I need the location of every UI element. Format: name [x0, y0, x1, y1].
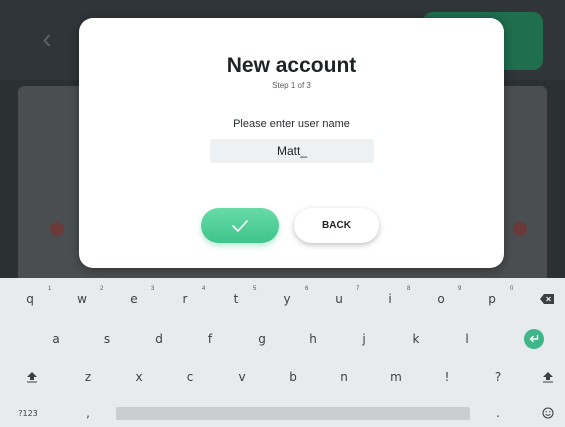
background-indicator-right — [513, 222, 527, 236]
onscreen-keyboard: q 1 w 2 e 3 r 4 t 5 y 6 u 7 i 8 o 9 p 0 … — [0, 278, 565, 427]
enter-icon — [529, 335, 539, 343]
key-v[interactable]: v — [230, 366, 254, 388]
background-indicator-left — [50, 222, 64, 236]
key-z[interactable]: z — [76, 366, 100, 388]
shift-icon — [543, 372, 553, 383]
key-hint: 3 — [151, 286, 155, 292]
key-c[interactable]: c — [178, 366, 202, 388]
step-indicator: Step 1 of 3 — [272, 81, 311, 90]
shift-icon — [27, 372, 37, 383]
backspace-icon — [540, 294, 554, 304]
back-button[interactable]: BACK — [294, 208, 379, 243]
period-key[interactable]: . — [488, 404, 508, 422]
key-o[interactable]: o — [429, 288, 453, 310]
key-j[interactable]: j — [352, 328, 376, 350]
emoji-icon — [542, 407, 554, 419]
key-l[interactable]: l — [455, 328, 479, 350]
emoji-key[interactable] — [538, 404, 558, 422]
key-x[interactable]: x — [127, 366, 151, 388]
key-hint: 0 — [510, 286, 514, 292]
key-hint: 9 — [458, 286, 462, 292]
key-hint: 5 — [253, 286, 257, 292]
key-hint: 1 — [48, 286, 52, 292]
checkmark-icon — [232, 219, 248, 232]
key-y[interactable]: y — [275, 288, 299, 310]
username-input[interactable]: Matt_ — [210, 139, 374, 163]
key-question[interactable]: ? — [486, 366, 510, 388]
key-p[interactable]: p — [480, 288, 504, 310]
key-hint: 7 — [356, 286, 360, 292]
username-prompt: Please enter user name — [233, 118, 350, 130]
key-g[interactable]: g — [250, 328, 274, 350]
key-q[interactable]: q — [18, 288, 42, 310]
enter-key[interactable] — [524, 329, 544, 349]
new-account-dialog: New account Step 1 of 3 Please enter use… — [79, 18, 504, 268]
key-s[interactable]: s — [95, 328, 119, 350]
dialog-title: New account — [226, 54, 357, 77]
key-f[interactable]: f — [198, 328, 222, 350]
key-hint: 4 — [202, 286, 206, 292]
key-e[interactable]: e — [122, 288, 146, 310]
key-d[interactable]: d — [147, 328, 171, 350]
key-b[interactable]: b — [281, 366, 305, 388]
background-back-icon: ‹ — [42, 23, 52, 54]
key-hint: 6 — [305, 286, 309, 292]
symbols-key[interactable]: ?123 — [8, 404, 48, 422]
key-hint: 8 — [407, 286, 411, 292]
shift-key-left[interactable] — [20, 366, 44, 388]
key-t[interactable]: t — [224, 288, 248, 310]
key-r[interactable]: r — [173, 288, 197, 310]
spacebar[interactable] — [116, 407, 470, 420]
shift-key-right[interactable] — [536, 366, 560, 388]
key-n[interactable]: n — [332, 366, 356, 388]
backspace-key[interactable] — [536, 288, 558, 310]
key-u[interactable]: u — [327, 288, 351, 310]
key-hint: 2 — [100, 286, 104, 292]
key-a[interactable]: a — [44, 328, 68, 350]
key-k[interactable]: k — [404, 328, 428, 350]
confirm-button[interactable] — [201, 208, 279, 243]
key-i[interactable]: i — [378, 288, 402, 310]
comma-key[interactable]: , — [78, 404, 98, 422]
key-h[interactable]: h — [301, 328, 325, 350]
key-m[interactable]: m — [384, 366, 408, 388]
key-w[interactable]: w — [70, 288, 94, 310]
key-exclamation[interactable]: ! — [435, 366, 459, 388]
